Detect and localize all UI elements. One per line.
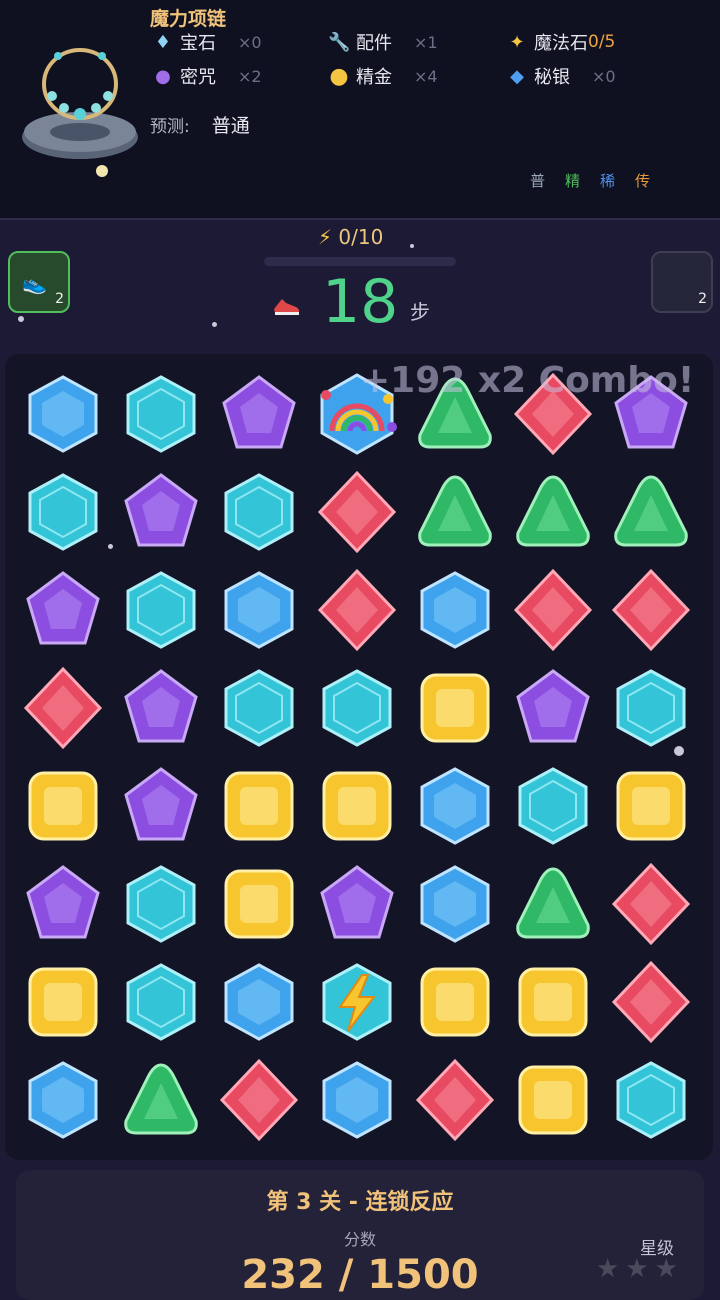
rarity-rare: 稀 — [600, 172, 616, 190]
steps-remaining: 18 — [322, 267, 399, 337]
gem-red[interactable] — [504, 561, 602, 659]
item-title: 魔力项链 — [150, 8, 227, 30]
gem-cyan[interactable] — [602, 659, 700, 757]
gem-yellow[interactable] — [14, 757, 112, 855]
gem-cyan[interactable] — [308, 659, 406, 757]
gem-yellow[interactable] — [14, 953, 112, 1051]
star-dust — [18, 316, 24, 322]
gem-green[interactable] — [112, 1051, 210, 1149]
gem-purple[interactable] — [14, 855, 112, 953]
rarity-common: 普 — [530, 172, 546, 190]
gem-purple[interactable] — [210, 365, 308, 463]
material-magic-stone: ✦ 魔法石 0/5 — [506, 29, 615, 55]
gem-red[interactable] — [406, 1051, 504, 1149]
gem-purple[interactable] — [308, 855, 406, 953]
gem-cyan[interactable] — [210, 659, 308, 757]
wrench-icon: 🔧 — [328, 31, 351, 53]
gem-purple[interactable] — [112, 659, 210, 757]
gem-blue[interactable] — [406, 561, 504, 659]
gem-blue[interactable] — [406, 855, 504, 953]
gem-red[interactable] — [14, 659, 112, 757]
gem-yellow[interactable] — [602, 757, 700, 855]
gem-cyan[interactable] — [504, 757, 602, 855]
gem-purple[interactable] — [14, 561, 112, 659]
gem-blue[interactable] — [14, 1051, 112, 1149]
star-dust — [108, 544, 113, 549]
energy-counter: ⚡ 0/10 — [318, 225, 384, 249]
gem-blue[interactable] — [14, 365, 112, 463]
gem-red[interactable] — [308, 463, 406, 561]
material-mithril: ◆ 秘银 ×0 — [506, 63, 616, 89]
tool-count-badge: 2 — [55, 291, 64, 307]
gem-yellow[interactable] — [210, 855, 308, 953]
gem-cyan[interactable] — [112, 855, 210, 953]
gem-lightning[interactable] — [308, 953, 406, 1051]
prediction: 预测: 普通 — [150, 115, 250, 137]
gem-red[interactable] — [602, 855, 700, 953]
rarity-legend: 传 — [635, 172, 651, 190]
gem-purple[interactable] — [112, 757, 210, 855]
gem-blue[interactable] — [406, 757, 504, 855]
material-gem: ♦ 宝石 ×0 — [152, 29, 262, 55]
diamond-icon: ♦ — [154, 31, 172, 53]
gem-red[interactable] — [602, 953, 700, 1051]
shoe-tool-button[interactable]: 👟 2 — [8, 251, 70, 313]
star-dust — [410, 244, 414, 248]
shoe-icon — [274, 299, 300, 315]
gem-yellow[interactable] — [504, 1051, 602, 1149]
gem-red[interactable] — [210, 1051, 308, 1149]
combo-text: +192 x2 Combo! — [360, 360, 695, 401]
lightning-icon: ⚡ — [318, 225, 333, 249]
item-panel: 魔力项链 ♦ 宝石 ×0 🔧 配件 ×1 ✦ 魔法石 0/5 ● 密咒 ×2 ● 精金 ×… — [0, 0, 720, 220]
gem-cyan[interactable] — [112, 561, 210, 659]
gem-cyan[interactable] — [112, 953, 210, 1051]
score-label: 分数 — [343, 1230, 376, 1249]
star-rating: ★★★ — [596, 1254, 684, 1284]
gem-red[interactable] — [308, 561, 406, 659]
gem-red[interactable] — [602, 561, 700, 659]
gem-blue[interactable] — [210, 561, 308, 659]
gem-blue[interactable] — [308, 1051, 406, 1149]
gem-yellow[interactable] — [406, 953, 504, 1051]
gem-purple[interactable] — [112, 463, 210, 561]
star-dust — [212, 322, 217, 327]
gem-blue[interactable] — [210, 953, 308, 1051]
wand-tool-button[interactable]: 2 — [651, 251, 713, 313]
gem-green[interactable] — [406, 463, 504, 561]
gem-green[interactable] — [504, 855, 602, 953]
gem-green[interactable] — [602, 463, 700, 561]
gem-purple[interactable] — [504, 659, 602, 757]
material-parts: 🔧 配件 ×1 — [328, 31, 438, 55]
gem-yellow[interactable] — [406, 659, 504, 757]
gem-cyan[interactable] — [112, 365, 210, 463]
blue-diamond-icon: ◆ — [510, 65, 524, 87]
energy-bar — [264, 257, 456, 266]
gem-yellow[interactable] — [210, 757, 308, 855]
gem-grid[interactable] — [14, 365, 700, 1149]
gem-cyan[interactable] — [210, 463, 308, 561]
steps-unit: 步 — [410, 300, 430, 324]
star-dust — [674, 746, 684, 756]
gem-yellow[interactable] — [308, 757, 406, 855]
glow-dot — [96, 165, 108, 177]
necklace-icon — [22, 48, 138, 159]
rarity-fine: 精 — [565, 172, 581, 190]
gem-cyan[interactable] — [602, 1051, 700, 1149]
material-spell: ● 密咒 ×2 — [152, 63, 261, 89]
gem-green[interactable] — [504, 463, 602, 561]
gem-yellow[interactable] — [504, 953, 602, 1051]
shoe-icon: 👟 — [22, 271, 47, 295]
crystal-ball-icon: ● — [155, 65, 171, 87]
material-gold: ● 精金 ×4 — [329, 63, 438, 89]
level-title: 第 3 关 - 连锁反应 — [266, 1190, 454, 1215]
tool-count-badge: 2 — [698, 291, 707, 307]
sparkle-icon: ✦ — [509, 31, 525, 53]
gold-coin-icon: ● — [329, 63, 349, 89]
gem-cyan[interactable] — [14, 463, 112, 561]
